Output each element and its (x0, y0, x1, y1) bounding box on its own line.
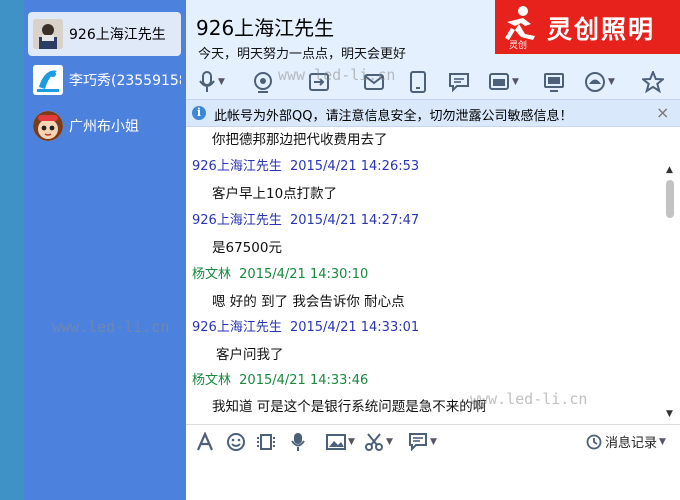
message-text: 客户早上10点打款了 (212, 186, 338, 202)
contact-name: 广州布小姐 (69, 119, 139, 135)
remote-assist-button[interactable] (408, 70, 428, 94)
microphone-icon (291, 433, 305, 451)
phone-device-icon (410, 71, 426, 93)
chat-header: 926上海江先生 今天，明天努力一点点，明天会更好 灵创 灵创照明 (186, 0, 680, 65)
message-sender: 杨文林 (192, 373, 232, 388)
message-header: 杨文林 2015/4/21 14:33:46 (192, 369, 368, 388)
message-text: 是67500元 (212, 240, 282, 256)
video-clip-button[interactable] (256, 431, 276, 453)
screen-share-button[interactable] (543, 70, 565, 94)
chevron-down-icon: ▼ (218, 77, 225, 87)
clock-icon (586, 434, 602, 449)
send-image-button[interactable]: ▼ (326, 431, 355, 453)
desktop-background (0, 0, 24, 500)
chat-title: 926上海江先生 (196, 16, 335, 40)
avatar (33, 111, 63, 141)
message-sender: 926上海江先生 (192, 159, 282, 174)
contact-signature: 今天，明天努力一点点，明天会更好 (198, 47, 407, 62)
input-toolbar: ▼ ▼ ▼ 消息记录 ▼ (186, 424, 680, 458)
contact-item[interactable]: 926上海江先生 (28, 12, 181, 56)
reply-icon (409, 433, 427, 452)
voice-call-button[interactable]: ▼ (198, 70, 225, 94)
contact-item[interactable]: 广州布小姐 (28, 104, 181, 148)
avatar (33, 65, 63, 95)
chevron-down-icon: ▼ (512, 77, 519, 87)
message-input[interactable] (186, 458, 680, 500)
voice-message-button[interactable] (290, 431, 306, 453)
microphone-icon (199, 71, 215, 92)
video-call-button[interactable] (252, 70, 274, 94)
runner-logo-icon: 灵创 (505, 6, 535, 50)
font-icon (196, 432, 214, 451)
info-icon: i (192, 106, 206, 120)
monitor-icon (544, 73, 564, 92)
message-time: 2015/4/21 14:33:01 (289, 320, 420, 335)
scissors-icon (365, 433, 383, 451)
message-list: 你把德邦那边把代收费用去了 926上海江先生 2015/4/21 14:26:5… (186, 127, 680, 424)
message-header: 926上海江先生 2015/4/21 14:27:47 (192, 209, 419, 228)
contact-sidebar: 926上海江先生 李巧秀(23559158 广州布小姐 (24, 0, 186, 500)
chevron-down-icon: ▼ (386, 437, 393, 447)
message-time: 2015/4/21 14:30:10 (239, 267, 369, 282)
message-header: 926上海江先生 2015/4/21 14:26:53 (192, 155, 419, 174)
app-button[interactable]: ▼ (488, 70, 519, 94)
message-header: 926上海江先生 2015/4/21 14:33:01 (192, 316, 419, 335)
film-icon (257, 434, 275, 450)
message-text: 客户问我了 (216, 347, 284, 363)
chat-scrollbar[interactable]: ▲ ▼ (662, 127, 680, 424)
message-history-button[interactable]: 消息记录 ▼ (586, 432, 666, 451)
chevron-up-icon[interactable]: ▲ (666, 165, 673, 175)
chevron-down-icon: ▼ (348, 437, 355, 447)
quick-reply-button[interactable]: ▼ (408, 431, 437, 453)
more-apps-button[interactable]: ▼ (584, 70, 615, 94)
avatar (33, 19, 63, 49)
message-sender: 926上海江先生 (192, 213, 282, 228)
message-text: 你把德邦那边把代收费用去了 (212, 132, 388, 148)
screenshot-button[interactable]: ▼ (364, 431, 393, 453)
watermark: www.led-li.cn (52, 318, 170, 336)
chat-bubble-icon (449, 73, 469, 93)
window-icon (489, 73, 509, 90)
image-icon (326, 434, 346, 450)
watermark: www.led-li.cn (278, 66, 396, 84)
star-icon (642, 71, 664, 93)
message-text: 嗯 好的 到了 我会告诉你 耐心点 (212, 294, 405, 310)
notice-text: 此帐号为外部QQ，请注意信息安全，切勿泄露公司敏感信息！ (214, 109, 573, 124)
emoji-button[interactable] (226, 431, 246, 453)
font-button[interactable] (196, 431, 214, 453)
logo-text: 灵创照明 (547, 15, 656, 44)
svg-text:灵创: 灵创 (509, 39, 527, 50)
message-sender: 杨文林 (192, 267, 232, 282)
chat-window: 926上海江先生 今天，明天努力一点点，明天会更好 灵创 灵创照明 ▼ ▼ ▼ … (186, 0, 680, 500)
chevron-down-icon[interactable]: ▼ (666, 409, 673, 419)
message-time: 2015/4/21 14:27:47 (289, 213, 420, 228)
contact-item[interactable]: 李巧秀(23559158 (28, 58, 181, 102)
discussion-button[interactable] (448, 70, 470, 94)
favorite-button[interactable] (642, 70, 664, 94)
history-label: 消息记录 (605, 436, 658, 451)
message-time: 2015/4/21 14:33:46 (239, 373, 369, 388)
message-text: 我知道 可是这个是银行系统问题是急不来的啊 (212, 399, 487, 415)
brand-logo: 灵创 灵创照明 (495, 0, 680, 54)
chevron-down-icon: ▼ (430, 437, 437, 447)
contact-name: 李巧秀(23559158 (69, 73, 181, 89)
smiley-icon (227, 433, 245, 451)
security-notice: i 此帐号为外部QQ，请注意信息安全，切勿泄露公司敏感信息！ × (186, 99, 680, 127)
contact-name: 926上海江先生 (69, 27, 166, 43)
message-sender: 926上海江先生 (192, 320, 282, 335)
watermark: www.led-li.cn (470, 390, 588, 408)
close-icon[interactable]: × (656, 103, 669, 122)
message-time: 2015/4/21 14:26:53 (289, 159, 420, 174)
dome-icon (585, 72, 605, 92)
chat-toolbar: ▼ ▼ ▼ (186, 65, 680, 99)
chevron-down-icon: ▼ (659, 436, 666, 447)
camera-icon (254, 72, 272, 93)
scroll-thumb[interactable] (666, 180, 674, 218)
message-header: 杨文林 2015/4/21 14:30:10 (192, 263, 368, 282)
chevron-down-icon: ▼ (608, 77, 615, 87)
